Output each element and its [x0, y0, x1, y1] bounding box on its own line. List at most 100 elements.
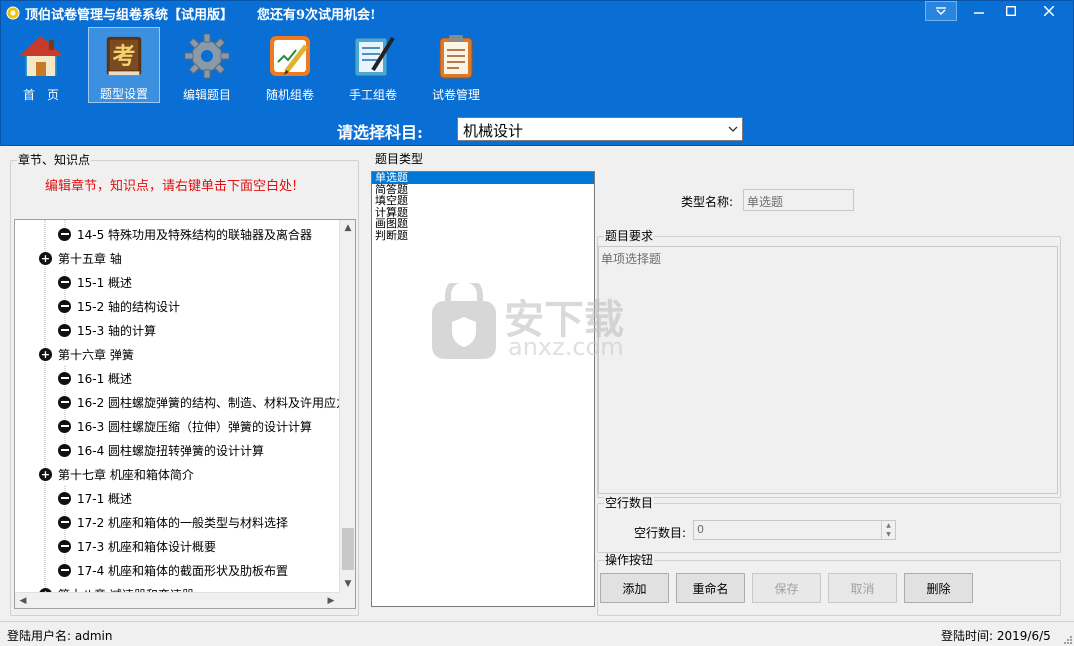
toolbar-paper-management[interactable]: 试卷管理	[420, 27, 492, 103]
question-type-list[interactable]: 单选题 简答题 填空题 计算题 画图题 判断题	[371, 171, 595, 607]
subject-label: 请选择科目:	[337, 123, 423, 142]
cancel-button[interactable]: 取消	[828, 573, 897, 603]
tree-node-label: 16-4 圆柱螺旋扭转弹簧的设计计算	[77, 443, 265, 458]
question-type-item[interactable]: 简答题	[372, 184, 594, 196]
status-bar: 登陆用户名: admin 登陆时间: 2019/6/5	[0, 621, 1074, 646]
blank-lines-value: 0	[697, 523, 704, 536]
tree-section-node[interactable]: 17-2 机座和箱体的一般类型与材料选择	[58, 510, 288, 534]
gear-icon	[184, 33, 230, 79]
tree-chapter-node[interactable]: + 第十六章 弹簧	[39, 342, 134, 366]
notebook-pen-icon	[354, 36, 395, 77]
tree-node-label: 第十七章 机座和箱体简介	[58, 467, 194, 482]
app-logo-icon	[6, 6, 20, 20]
expand-plus-icon[interactable]: +	[39, 347, 52, 361]
watermark: 安下载 anxz.com	[428, 276, 648, 363]
svg-text:考: 考	[113, 43, 136, 70]
tree-vertical-scrollbar[interactable]: ▲ ▼	[339, 220, 355, 592]
close-icon	[1044, 6, 1054, 16]
tree-chapter-node[interactable]: + 第十五章 轴	[39, 246, 122, 270]
toolbar-question-types[interactable]: 考 题型设置	[88, 27, 160, 103]
question-type-item[interactable]: 填空题	[372, 195, 594, 207]
resize-grip-icon[interactable]	[1062, 634, 1072, 644]
exam-book-icon: 考	[106, 36, 142, 76]
question-type-item[interactable]: 单选题	[372, 172, 594, 184]
leaf-node-icon	[58, 299, 71, 313]
scroll-down-icon[interactable]: ▼	[340, 576, 355, 592]
spin-up-icon[interactable]: ▲	[886, 522, 891, 529]
tree-horizontal-scrollbar[interactable]: ◀ ▶	[15, 592, 339, 608]
window-title: 顶伯试卷管理与组卷系统【试用版】	[25, 8, 234, 23]
tree-section-node[interactable]: 14-5 特殊功用及特殊结构的联轴器及离合器	[58, 222, 312, 246]
blank-lines-group-title: 空行数目	[604, 496, 655, 510]
tree-node-label: 15-3 轴的计算	[77, 323, 157, 338]
title-bar: 顶伯试卷管理与组卷系统【试用版】 您还有9次试用机会!	[1, 1, 1073, 25]
tree-section-node[interactable]: 16-3 圆柱螺旋压缩（拉伸）弹簧的设计计算	[58, 414, 312, 438]
toolbar-home-label: 首 页	[22, 88, 59, 102]
question-type-item[interactable]: 计算题	[372, 207, 594, 219]
subject-select[interactable]: 机械设计	[457, 117, 743, 141]
scrollbar-corner	[339, 592, 355, 608]
type-name-label: 类型名称:	[681, 195, 734, 209]
tree-section-node[interactable]: 16-2 圆柱螺旋弹簧的结构、制造、材料及许用应力	[58, 390, 348, 414]
minimize-icon	[974, 12, 984, 14]
subject-selected-value: 机械设计	[463, 122, 524, 140]
spin-buttons[interactable]: ▲ ▼	[881, 521, 895, 539]
tree-node-label: 16-1 概述	[77, 371, 133, 386]
toolbar-random-paper[interactable]: 随机组卷	[254, 27, 326, 103]
tree-section-node[interactable]: 15-2 轴的结构设计	[58, 294, 180, 318]
leaf-node-icon	[58, 491, 71, 505]
type-name-field[interactable]: 单选题	[743, 189, 854, 211]
tree-node-label: 第十五章 轴	[58, 251, 122, 266]
tree-section-node[interactable]: 16-1 概述	[58, 366, 132, 390]
types-group-title: 题目类型	[374, 152, 425, 166]
tree-node-label: 17-2 机座和箱体的一般类型与材料选择	[77, 515, 289, 530]
tree-section-node[interactable]: 15-3 轴的计算	[58, 318, 156, 342]
chapters-group-title: 章节、知识点	[17, 153, 92, 167]
toolbar-edit-questions[interactable]: 编辑题目	[171, 27, 243, 103]
expand-plus-icon[interactable]: +	[39, 467, 52, 481]
tree-section-node[interactable]: 15-1 概述	[58, 270, 132, 294]
leaf-node-icon	[58, 539, 71, 553]
window-menu-button[interactable]	[925, 1, 957, 21]
tree-node-label: 第十六章 弹簧	[58, 347, 134, 362]
leaf-node-icon	[58, 419, 71, 433]
question-type-item[interactable]: 画图题	[372, 218, 594, 230]
tree-node-label: 14-5 特殊功用及特殊结构的联轴器及离合器	[77, 227, 313, 242]
close-button[interactable]	[1027, 1, 1071, 21]
blank-lines-stepper[interactable]: 0 ▲ ▼	[693, 520, 896, 540]
chapters-hint: 编辑章节，知识点，请右键单击下面空白处!	[45, 179, 298, 194]
spin-down-icon[interactable]: ▼	[886, 531, 891, 538]
status-login-time: 登陆时间: 2019/6/5	[941, 629, 1051, 643]
tree-node-label: 17-3 机座和箱体设计概要	[77, 539, 217, 554]
app-header: 顶伯试卷管理与组卷系统【试用版】 您还有9次试用机会! 首 页 考 题型设置 编…	[0, 0, 1074, 146]
question-type-item[interactable]: 判断题	[372, 230, 594, 242]
tree-node-label: 16-2 圆柱螺旋弹簧的结构、制造、材料及许用应力	[77, 395, 349, 410]
tree-node-label: 15-1 概述	[77, 275, 133, 290]
scroll-up-icon[interactable]: ▲	[340, 220, 355, 236]
pencil-board-icon	[270, 36, 310, 76]
rename-button[interactable]: 重命名	[676, 573, 745, 603]
chevron-down-icon	[724, 118, 742, 140]
tree-section-node[interactable]: 16-4 圆柱螺旋扭转弹簧的设计计算	[58, 438, 264, 462]
blank-lines-label: 空行数目:	[634, 526, 687, 540]
tree-section-node[interactable]: 17-3 机座和箱体设计概要	[58, 534, 216, 558]
tree-node-label: 17-4 机座和箱体的截面形状及肋板布置	[77, 563, 289, 578]
chapter-tree[interactable]: 14-5 特殊功用及特殊结构的联轴器及离合器 + 第十五章 轴 15-1 概述 15-2…	[14, 219, 356, 609]
toolbar-manual-paper[interactable]: 手工组卷	[337, 27, 409, 103]
expand-plus-icon[interactable]: +	[39, 251, 52, 265]
minimize-button[interactable]	[963, 1, 995, 21]
save-button[interactable]: 保存	[752, 573, 821, 603]
add-button[interactable]: 添加	[600, 573, 669, 603]
maximize-icon	[1006, 6, 1016, 16]
scroll-right-icon[interactable]: ▶	[323, 593, 339, 608]
tree-chapter-node[interactable]: + 第十七章 机座和箱体简介	[39, 462, 194, 486]
scrollbar-thumb[interactable]	[342, 528, 354, 570]
tree-node-label: 17-1 概述	[77, 491, 133, 506]
requirement-textarea[interactable]: 单项选择题	[598, 246, 1058, 494]
tree-section-node[interactable]: 17-4 机座和箱体的截面形状及肋板布置	[58, 558, 288, 582]
delete-button[interactable]: 删除	[904, 573, 973, 603]
scroll-left-icon[interactable]: ◀	[15, 593, 31, 608]
maximize-button[interactable]	[995, 1, 1027, 21]
tree-section-node[interactable]: 17-1 概述	[58, 486, 132, 510]
toolbar-home[interactable]: 首 页	[5, 27, 77, 103]
